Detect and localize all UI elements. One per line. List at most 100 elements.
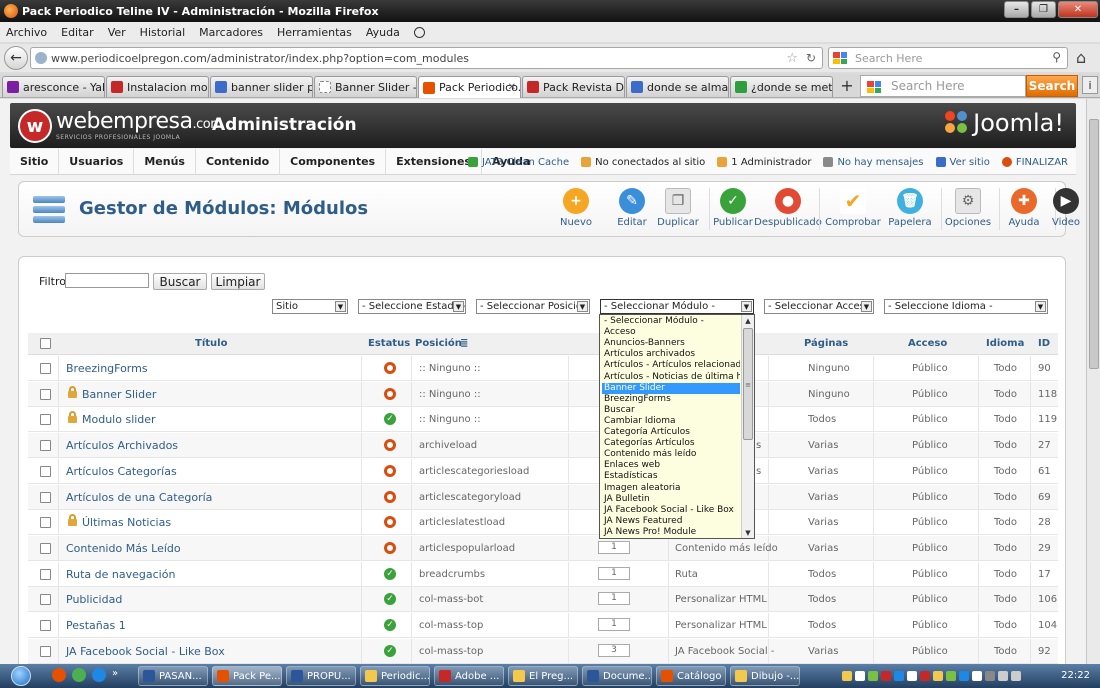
dropdown-option[interactable]: Contenido más leído <box>602 449 740 460</box>
tab-pack-periodico[interactable]: Pack Periodico... ✕ <box>418 76 521 98</box>
dropdown-option[interactable]: Acceso <box>602 327 740 338</box>
filter-search-input[interactable] <box>65 273 149 288</box>
row-checkbox[interactable] <box>40 620 51 631</box>
published-icon[interactable]: ✓ <box>384 644 396 657</box>
taskbar-item[interactable]: Docume... <box>582 666 652 686</box>
tab-banner-slider-forum[interactable]: Banner Slider - Fo... <box>314 76 417 97</box>
tray-icon[interactable] <box>959 671 969 681</box>
scroll-up-icon[interactable]: ▲ <box>742 315 754 326</box>
tab-instalacion[interactable]: Instalacion modul... <box>106 76 209 97</box>
page-scroll-thumb[interactable] <box>1089 119 1099 369</box>
taskbar-clock[interactable]: 22:22 <box>1061 670 1090 681</box>
published-icon[interactable]: ✓ <box>384 619 396 631</box>
taskbar-item[interactable]: PASAN... <box>138 666 208 686</box>
lock-icon[interactable] <box>68 514 77 527</box>
published-icon[interactable]: ✓ <box>384 567 396 580</box>
header-title[interactable]: Título <box>195 338 227 349</box>
jmenu-contenido[interactable]: Contenido <box>196 148 281 175</box>
dropdown-option[interactable]: Buscar <box>602 405 740 416</box>
buscar-button[interactable]: Buscar <box>153 273 207 290</box>
network-icon[interactable] <box>1011 671 1021 681</box>
status-view-site[interactable]: Ver sitio <box>935 157 990 168</box>
tray-icon[interactable] <box>855 671 865 681</box>
tray-icon[interactable] <box>933 671 943 681</box>
jmenu-componentes[interactable]: Componentes <box>280 148 387 175</box>
module-title-link[interactable]: Publicidad <box>66 593 122 606</box>
taskbar-item[interactable]: PROPU... <box>286 666 356 686</box>
tray-icon[interactable] <box>881 671 891 681</box>
dropdown-scrollbar[interactable]: ▲ ≡ ▼ <box>741 315 754 538</box>
ordering-input[interactable]: 1 <box>598 566 630 580</box>
dropdown-option[interactable]: Enlaces web <box>602 460 740 471</box>
magnifier-icon[interactable]: ⚲ <box>1052 50 1061 64</box>
tray-icon[interactable] <box>907 671 917 681</box>
taskbar-item[interactable]: Periodic... <box>360 666 430 686</box>
menu-archivo[interactable]: Archivo <box>6 26 47 39</box>
module-title-link[interactable]: Modulo slider <box>82 413 156 426</box>
published-icon[interactable]: ✓ <box>384 413 396 426</box>
ordering-input[interactable]: 3 <box>598 643 630 657</box>
unpublished-icon[interactable] <box>384 490 396 503</box>
tray-icon[interactable] <box>946 671 956 681</box>
clock-icon[interactable] <box>413 26 425 38</box>
menu-editar[interactable]: Editar <box>61 26 94 39</box>
tab-aresconce[interactable]: aresconce - Yaho... <box>2 76 105 97</box>
header-access[interactable]: Acceso <box>908 338 947 349</box>
row-checkbox[interactable] <box>40 465 51 477</box>
module-title-link[interactable]: Artículos Archivados <box>66 439 178 452</box>
module-title-link[interactable]: Contenido Más Leído <box>66 542 181 555</box>
table-row[interactable]: JA Facebook Social - Like Box ✓ col-mass-t… <box>28 638 1058 664</box>
row-checkbox[interactable] <box>40 388 51 400</box>
dropdown-option[interactable]: Estadísticas <box>602 471 740 482</box>
firefox-quicklaunch-icon[interactable] <box>52 668 66 682</box>
lock-icon[interactable] <box>68 385 77 398</box>
dropdown-option[interactable]: BreezingForms <box>602 394 740 405</box>
module-title-link[interactable]: Artículos de una Categoría <box>66 491 212 504</box>
row-checkbox[interactable] <box>40 645 51 657</box>
url-bar[interactable]: www.periodicoelpregon.com/administrator/… <box>30 47 823 69</box>
table-row[interactable]: Publicidad ✓ col-mass-bot 1 Personalizar HTM… <box>28 587 1058 613</box>
published-icon[interactable]: ✓ <box>384 593 396 606</box>
menu-herramientas[interactable]: Herramientas <box>277 26 352 39</box>
table-row[interactable]: Artículos Categorías articlescategorieslo… <box>28 458 1058 484</box>
ordering-input[interactable]: 1 <box>598 540 630 554</box>
tray-icon[interactable] <box>868 671 878 681</box>
header-position[interactable]: Posición <box>415 338 462 349</box>
unpublished-icon[interactable] <box>384 464 396 477</box>
volume-icon[interactable] <box>998 671 1008 681</box>
row-checkbox[interactable] <box>40 542 51 554</box>
taskbar-item[interactable]: Pack Pe... <box>212 666 282 686</box>
module-select[interactable]: - Seleccionar Módulo - ▼ <box>600 299 754 314</box>
taskbar-item[interactable]: El Preg... <box>508 666 578 686</box>
jmenu-menus[interactable]: Menús <box>134 148 196 175</box>
row-checkbox[interactable] <box>40 568 51 580</box>
maximize-button[interactable]: ❐ <box>1031 1 1056 18</box>
dropdown-option[interactable]: Banner Slider <box>602 382 740 394</box>
table-row[interactable]: Modulo slider ✓:: Ninguno :: Todos Público T… <box>28 407 1058 433</box>
row-checkbox[interactable] <box>40 414 51 426</box>
row-checkbox[interactable] <box>40 517 51 529</box>
tray-icon[interactable] <box>920 671 930 681</box>
unpublished-icon[interactable] <box>384 362 396 374</box>
tab-close-icon[interactable]: ✕ <box>508 82 516 93</box>
tab-list-icon[interactable]: i <box>1082 76 1098 94</box>
language-select[interactable]: - Seleccione Idioma - ▼ <box>884 299 1048 314</box>
table-row[interactable]: BreezingForms:: Ninguno :: Ninguno Público… <box>28 356 1058 381</box>
tray-icon[interactable] <box>985 671 995 681</box>
unpublished-icon[interactable] <box>384 439 396 452</box>
table-row[interactable]: Pestañas 1 ✓ col-mass-top 1 Personalizar HTM… <box>28 613 1058 638</box>
ordering-input[interactable]: 1 <box>598 618 630 631</box>
module-title-link[interactable]: Últimas Noticias <box>82 516 171 529</box>
menu-marcadores[interactable]: Marcadores <box>199 26 263 39</box>
status-clean-cache[interactable]: JAT3 Clean Cache <box>467 157 569 168</box>
home-icon[interactable]: ⌂ <box>1076 48 1086 67</box>
dropdown-option[interactable]: Imagen aleatoria <box>602 483 740 494</box>
lock-icon[interactable] <box>68 411 77 424</box>
ie-quicklaunch-icon[interactable] <box>92 668 106 682</box>
toolbar-search-input[interactable]: Search Here <box>860 75 1026 97</box>
dropdown-option[interactable]: Anuncios-Banners <box>602 338 740 349</box>
start-button[interactable] <box>6 664 36 688</box>
table-row[interactable]: Artículos de una Categoría articlescatego… <box>28 484 1058 510</box>
scroll-thumb[interactable]: ≡ <box>743 328 753 440</box>
table-row[interactable]: Artículos Archivados archiveload s Varias Pú… <box>28 433 1058 459</box>
